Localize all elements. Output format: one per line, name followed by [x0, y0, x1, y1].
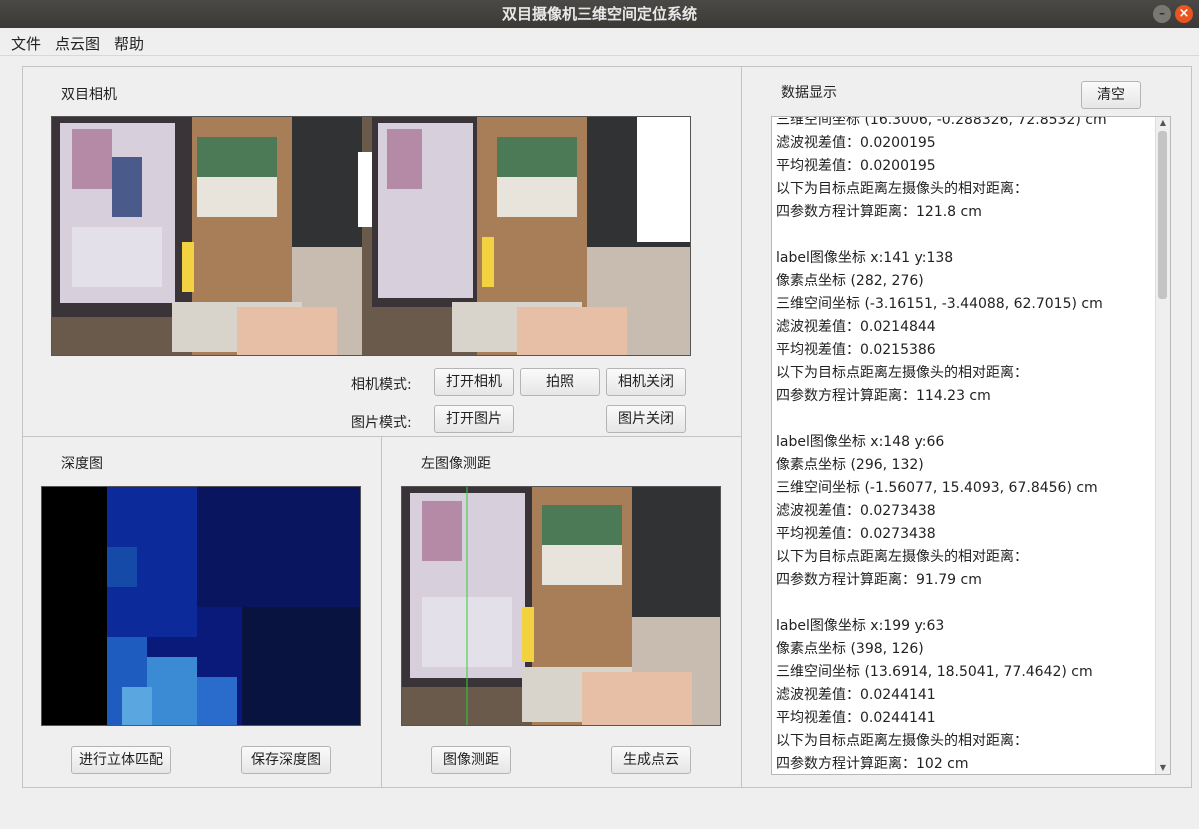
capture-button[interactable]: 拍照 [520, 368, 600, 396]
data-line [776, 592, 1156, 615]
data-line: 以下为目标点距离左摄像头的相对距离： [776, 733, 1028, 749]
save-depth-map-button[interactable]: 保存深度图 [241, 746, 331, 774]
data-output-scrollbar[interactable]: ▲ ▼ [1155, 117, 1170, 774]
image-ranging-button[interactable]: 图像测距 [431, 746, 511, 774]
ranging-panel-title: 左图像测距 [421, 456, 491, 472]
data-line: label图像坐标 x:199 y:63 [776, 618, 945, 634]
data-line: 四参数方程计算距离：121.8 cm [776, 204, 982, 220]
camera-mode-label: 相机模式: [351, 377, 412, 393]
open-image-button[interactable]: 打开图片 [434, 405, 514, 433]
camera-panel-title: 双目相机 [61, 87, 117, 103]
close-image-button[interactable]: 图片关闭 [606, 405, 686, 433]
data-output-lines: 三维空间坐标 (16.3006, -0.288326, 72.8532) cm 滤… [776, 116, 1156, 774]
stereo-match-button[interactable]: 进行立体匹配 [71, 746, 171, 774]
image-mode-label: 图片模式: [351, 415, 412, 431]
depth-map-graphic [42, 487, 360, 725]
data-line: 滤波视差值：0.0200195 [776, 135, 936, 151]
data-line: 滤波视差值：0.0244141 [776, 687, 936, 703]
depth-map-image [41, 486, 361, 726]
close-icon[interactable]: × [1175, 5, 1193, 23]
data-line: 滤波视差值：0.0273438 [776, 503, 936, 519]
data-line: label图像坐标 x:148 y:66 [776, 434, 945, 450]
data-line [776, 408, 1156, 431]
window-title: 双目摄像机三维空间定位系统 [501, 5, 697, 23]
data-line: 平均视差值：0.0244141 [776, 710, 936, 726]
stereo-camera-image [51, 116, 691, 356]
close-camera-button[interactable]: 相机关闭 [606, 368, 686, 396]
data-line: 三维空间坐标 (13.6914, 18.5041, 77.4642) cm [776, 664, 1093, 680]
window-titlebar: 双目摄像机三维空间定位系统 – × [0, 0, 1199, 28]
menu-help[interactable]: 帮助 [114, 33, 144, 54]
data-line: 平均视差值：0.0273438 [776, 526, 936, 542]
minimize-icon[interactable]: – [1153, 5, 1171, 23]
data-panel-title: 数据显示 [781, 85, 837, 101]
data-line: 四参数方程计算距离：102 cm [776, 756, 969, 772]
data-line: 三维空间坐标 (-1.56077, 15.4093, 67.8456) cm [776, 480, 1098, 496]
data-line: 以下为目标点距离左摄像头的相对距离： [776, 181, 1028, 197]
data-line: 四参数方程计算距离：114.23 cm [776, 388, 991, 404]
data-line: 像素点坐标 (398, 126) [776, 641, 924, 657]
scrollbar-thumb[interactable] [1158, 131, 1167, 299]
scroll-up-icon[interactable]: ▲ [1156, 117, 1170, 129]
data-line: 三维空间坐标 (-3.16151, -3.44088, 62.7015) cm [776, 296, 1103, 312]
data-line: 四参数方程计算距离：91.79 cm [776, 572, 982, 588]
menu-point-cloud[interactable]: 点云图 [55, 33, 100, 54]
data-line: 像素点坐标 (296, 132) [776, 457, 924, 473]
generate-point-cloud-button[interactable]: 生成点云 [611, 746, 691, 774]
data-line: 以下为目标点距离左摄像头的相对距离： [776, 365, 1028, 381]
left-image-graphic [402, 487, 720, 725]
data-line: 滤波视差值：0.0214844 [776, 319, 936, 335]
open-camera-button[interactable]: 打开相机 [434, 368, 514, 396]
data-line: 平均视差值：0.0215386 [776, 342, 936, 358]
menu-bar: 文件 点云图 帮助 [0, 28, 1199, 56]
depth-panel-title: 深度图 [61, 456, 103, 472]
data-output-textarea[interactable]: 三维空间坐标 (16.3006, -0.288326, 72.8532) cm 滤… [771, 116, 1171, 775]
data-line: 以下为目标点距离左摄像头的相对距离： [776, 549, 1028, 565]
stereo-image-graphic [52, 117, 690, 355]
data-line [776, 224, 1156, 247]
menu-file[interactable]: 文件 [11, 33, 41, 54]
data-line: 像素点坐标 (282, 276) [776, 273, 924, 289]
clear-button[interactable]: 清空 [1081, 81, 1141, 109]
scroll-down-icon[interactable]: ▼ [1156, 762, 1170, 774]
data-line: 三维空间坐标 (16.3006, -0.288326, 72.8532) cm [776, 116, 1107, 128]
data-line: 平均视差值：0.0200195 [776, 158, 936, 174]
data-line: label图像坐标 x:141 y:138 [776, 250, 954, 266]
left-image-ranging[interactable] [401, 486, 721, 726]
